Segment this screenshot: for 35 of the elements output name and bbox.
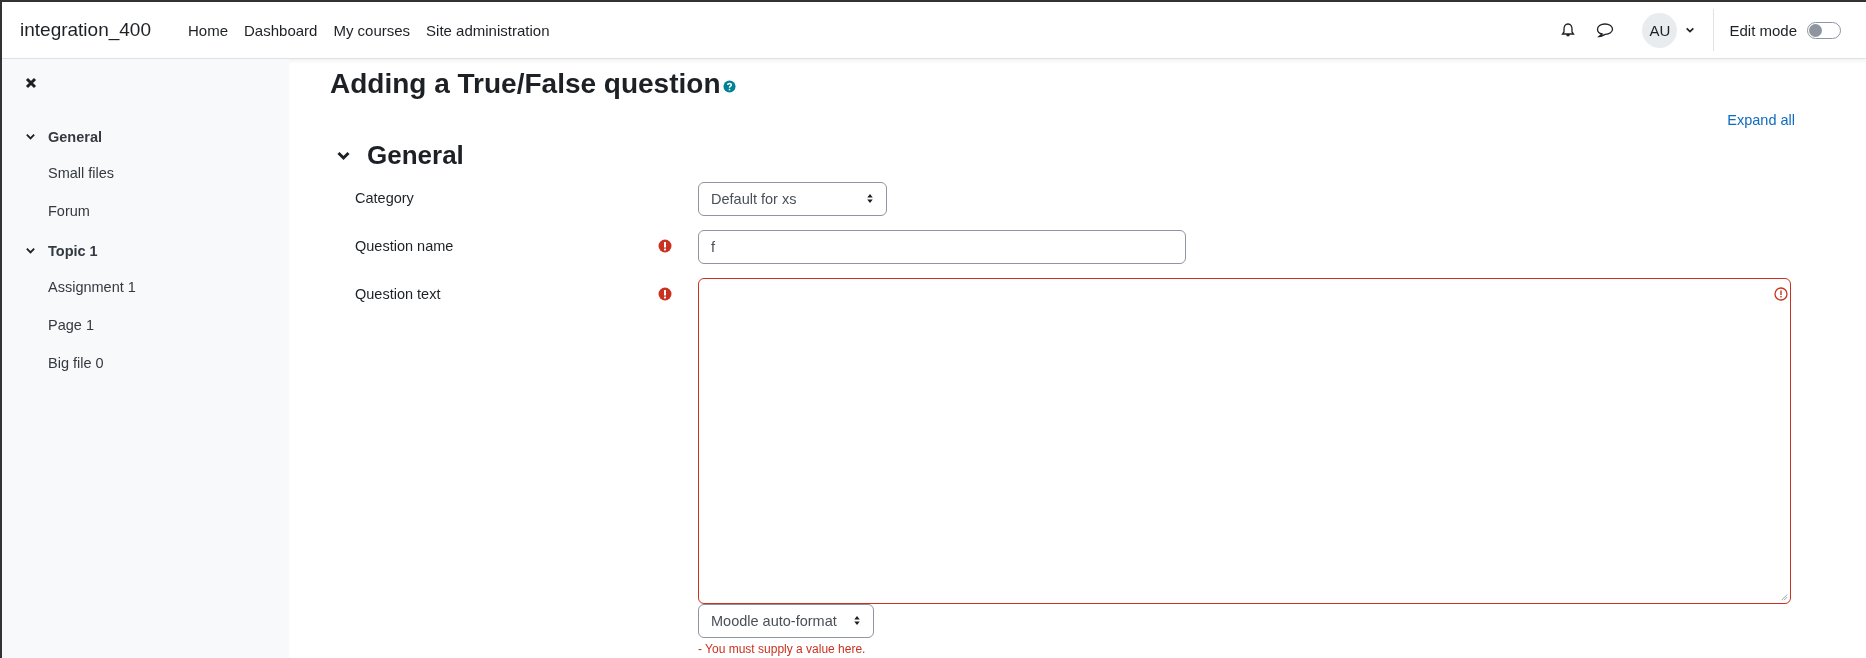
field-label: Question name (355, 237, 454, 254)
sidebar-item[interactable]: Forum (48, 203, 90, 222)
sidebar-item[interactable]: Big file 0 (48, 355, 104, 374)
sidebar-section[interactable]: Topic 1 (48, 242, 98, 259)
sort-arrows-icon (852, 615, 861, 627)
format-select[interactable]: Moodle auto-format (698, 603, 874, 638)
sidebar-section[interactable]: General (48, 128, 102, 145)
chevron-icon[interactable] (25, 245, 36, 256)
help-icon[interactable] (722, 79, 736, 93)
chevron-icon[interactable] (25, 131, 36, 142)
caret-icon (1685, 25, 1696, 35)
text-input[interactable]: f (698, 229, 1186, 264)
sidebar-item[interactable]: Small files (48, 165, 115, 184)
field-label: Category (355, 189, 414, 206)
warning-icon (1774, 286, 1788, 301)
section-heading[interactable]: General (367, 140, 464, 172)
sidebar-item[interactable]: Assignment 1 (48, 279, 136, 298)
site-name[interactable]: integration_400 (20, 19, 151, 41)
page-title: Adding a True/False question (330, 67, 721, 101)
error-message: - You must supply a value here. (698, 641, 867, 656)
category-select[interactable]: Default for xs (698, 181, 887, 216)
nav-link[interactable]: Home (180, 21, 236, 39)
sidebar-item[interactable]: Page 1 (48, 317, 94, 336)
close-icon[interactable] (25, 77, 37, 89)
nav-link[interactable]: My courses (325, 21, 419, 39)
bell-icon[interactable] (1560, 22, 1577, 38)
field-label: Question text (355, 285, 441, 302)
nav-link[interactable]: Site administration (418, 21, 558, 39)
nav-link[interactable]: Dashboard (236, 21, 326, 39)
user-avatar[interactable]: AU (1642, 12, 1678, 48)
expand-all-link[interactable]: Expand all (1727, 111, 1795, 128)
chat-bubble-icon[interactable] (1596, 22, 1615, 38)
sort-arrows-icon (866, 193, 874, 205)
resize-handle-icon (1780, 592, 1788, 601)
edit-mode-label: Edit mode (1729, 21, 1797, 39)
